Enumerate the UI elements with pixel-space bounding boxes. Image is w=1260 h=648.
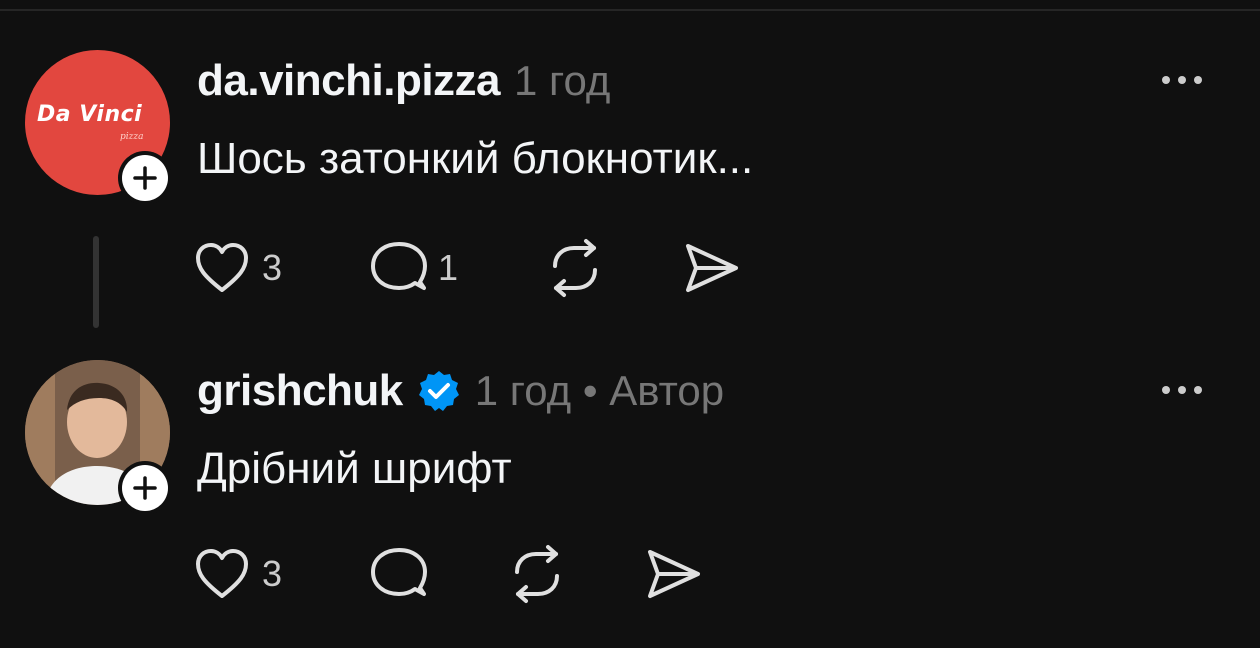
reply-button[interactable]: 1 [368, 238, 458, 298]
like-count: 3 [262, 553, 283, 594]
action-bar: 3 1 [190, 238, 750, 298]
heart-icon [196, 243, 248, 292]
post-header: da.vinchi.pizza 1 год [197, 56, 610, 106]
verified-badge-icon [418, 371, 459, 411]
post-text: Дрібний шрифт [197, 444, 512, 493]
avatar-logo-text: Da Vinci [37, 102, 143, 127]
post-header: grishchuk 1 год • Автор [197, 366, 724, 416]
comment-icon [371, 242, 427, 290]
thread-line [93, 236, 99, 328]
plus-icon [133, 166, 157, 190]
follow-button[interactable] [118, 461, 172, 515]
post-text: Шось затонкий блокнотик... [197, 134, 754, 183]
share-icon [686, 244, 738, 292]
repost-button[interactable] [544, 238, 606, 298]
avatar-container: Da Vinci pizza [25, 50, 172, 205]
share-button[interactable] [642, 544, 704, 604]
avatar-container [25, 360, 172, 515]
avatar-logo-subtext: pizza [120, 132, 144, 142]
more-icon[interactable] [1158, 382, 1206, 398]
repost-icon [553, 239, 597, 297]
comment-icon [371, 548, 427, 596]
action-bar: 3 [190, 544, 750, 604]
post-time: 1 год • Автор [474, 367, 725, 414]
thread-post: Da Vinci pizza da.vinchi.pizza 1 год Шос… [0, 0, 1260, 340]
username[interactable]: grishchuk [197, 366, 403, 416]
post-time: 1 год [514, 57, 611, 104]
plus-icon [133, 476, 157, 500]
like-button[interactable]: 3 [190, 238, 282, 298]
share-button[interactable] [680, 238, 742, 298]
reply-button[interactable] [368, 544, 430, 604]
heart-icon [196, 549, 248, 598]
repost-button[interactable] [506, 544, 568, 604]
share-icon [648, 550, 700, 598]
reply-count: 1 [438, 247, 459, 288]
username[interactable]: da.vinchi.pizza [197, 56, 501, 106]
more-icon[interactable] [1158, 72, 1206, 88]
like-count: 3 [262, 247, 283, 288]
like-button[interactable]: 3 [190, 544, 282, 604]
repost-icon [515, 545, 559, 603]
thread-post: grishchuk 1 год • Автор Дрібний шрифт 3 [0, 340, 1260, 648]
follow-button[interactable] [118, 151, 172, 205]
